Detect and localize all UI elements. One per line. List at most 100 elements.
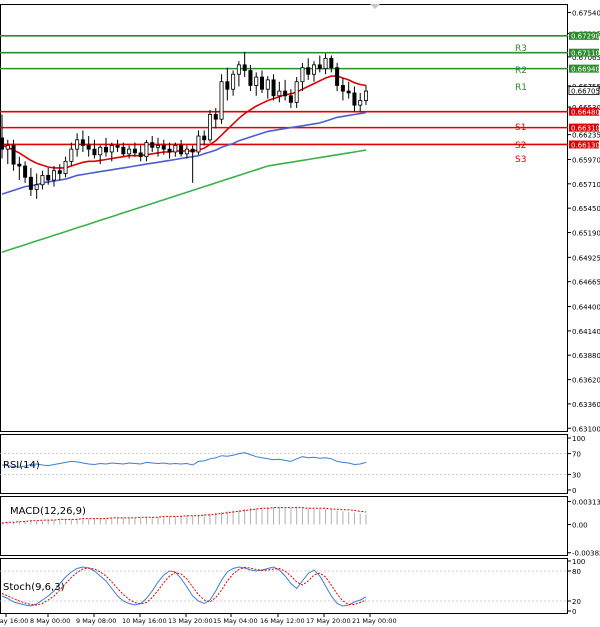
price-y-tick-label: 0.63880 <box>572 352 600 360</box>
candle-body <box>86 145 91 150</box>
candle-body <box>28 176 33 190</box>
rsi-y-tick-label: 100 <box>572 435 585 443</box>
rsi-y-tick-label: 0 <box>572 487 576 495</box>
candle-body <box>259 76 264 90</box>
macd-y-tick-label: 0.00 <box>572 522 588 530</box>
candle-body <box>63 160 68 174</box>
candle-body <box>161 145 166 150</box>
candle-body <box>190 148 195 153</box>
candle-body <box>109 145 114 153</box>
x-tick-label: 8 May 00:00 <box>30 617 70 625</box>
price-y-tick-label: 0.65710 <box>572 181 600 189</box>
x-tick-label: 10 May 16:00 <box>122 617 167 625</box>
price-y-tick-label: 0.64665 <box>572 279 600 287</box>
candle-body <box>127 148 132 155</box>
price-y-tick-label: 0.63360 <box>572 401 600 409</box>
candle-body <box>138 152 143 158</box>
candle-body <box>311 64 316 75</box>
price-y-tick-label: 0.64140 <box>572 328 600 336</box>
candle-body <box>207 114 212 141</box>
macd-y-tick-label: 0.00313 <box>572 498 600 506</box>
candle-body <box>69 148 74 162</box>
candle-body <box>317 64 322 70</box>
price-y-tick-label: 0.65970 <box>572 156 600 164</box>
x-tick-label: 17 May 20:00 <box>306 617 351 625</box>
candle-body <box>179 145 184 155</box>
rsi-y-tick-label: 30 <box>572 471 581 479</box>
price-y-tick-label: 0.65190 <box>572 230 600 238</box>
candle-body <box>335 67 340 86</box>
candle-body <box>173 145 178 153</box>
level-name: S2 <box>515 141 526 151</box>
candle-body <box>283 90 288 97</box>
level-name: S3 <box>515 155 526 165</box>
candle-body <box>288 95 293 103</box>
candle-body <box>75 139 80 150</box>
candle-body <box>231 73 236 90</box>
rsi-y-tick-label: 70 <box>572 451 581 459</box>
level-price-label: 0.67290 <box>571 33 600 41</box>
macd-y-tick-label: -0.003827 <box>572 550 600 558</box>
candle-body <box>346 90 351 94</box>
level-price-label: 0.67110 <box>571 50 600 58</box>
candle-body <box>115 145 120 148</box>
stoch-y-tick-label: 20 <box>572 598 581 606</box>
current-price-label: 0.66705 <box>571 87 600 95</box>
level-price-label: 0.66940 <box>571 65 600 73</box>
candle-body <box>271 79 276 97</box>
price-y-tick-label: 0.64925 <box>572 254 600 262</box>
candle-body <box>254 76 259 86</box>
candle-body <box>57 170 62 174</box>
candle-body <box>340 85 345 92</box>
candle-body <box>5 145 10 150</box>
x-tick-label: 16 May 12:00 <box>260 617 305 625</box>
candle-body <box>363 90 368 101</box>
level-name: R1 <box>515 83 527 93</box>
candle-body <box>300 67 305 83</box>
candle-body <box>0 137 4 150</box>
candle-body <box>52 170 57 181</box>
candle-body <box>294 81 299 103</box>
candle-body <box>11 145 16 165</box>
candle-body <box>46 174 51 181</box>
level-price-label: 0.66480 <box>571 109 600 117</box>
candle-body <box>265 79 270 90</box>
price-y-tick-label: 0.63100 <box>572 425 600 433</box>
candle-body <box>132 148 137 154</box>
candle-body <box>40 174 45 186</box>
level-price-label: 0.66130 <box>571 141 600 149</box>
candle-body <box>329 57 334 69</box>
candle-body <box>150 142 155 148</box>
candle-body <box>92 148 97 156</box>
candle-body <box>213 114 218 120</box>
chart-canvas: 0.675400.673150.670650.667550.665300.662… <box>0 0 600 627</box>
candle-body <box>202 135 207 141</box>
level-price-label: 0.66310 <box>571 124 600 132</box>
candle-body <box>242 64 247 71</box>
level-name: R3 <box>515 44 527 54</box>
candle-body <box>167 148 172 153</box>
candle-body <box>358 100 363 106</box>
candle-body <box>104 146 109 153</box>
candle-body <box>352 92 357 106</box>
price-y-tick-label: 0.64400 <box>572 304 600 312</box>
x-tick-label: 21 May 00:00 <box>352 617 397 625</box>
candle-body <box>80 139 85 146</box>
price-y-tick-label: 0.65450 <box>572 205 600 213</box>
candle <box>207 109 212 143</box>
rsi-title: RSI(14) <box>3 460 40 471</box>
candle-body <box>17 163 22 167</box>
candle-body <box>306 67 311 75</box>
x-tick-label: 9 May 08:00 <box>76 617 116 625</box>
candle-body <box>184 148 189 155</box>
x-tick-label: 15 May 04:00 <box>213 617 258 625</box>
price-y-tick-label: 0.63620 <box>572 377 600 385</box>
candle-body <box>277 90 282 97</box>
candle-body <box>219 81 224 120</box>
candle-body <box>23 165 28 178</box>
candle-body <box>144 142 149 158</box>
candle-body <box>236 64 241 75</box>
candle-body <box>121 146 126 155</box>
candle-body <box>155 145 160 148</box>
candle-body <box>34 184 39 190</box>
